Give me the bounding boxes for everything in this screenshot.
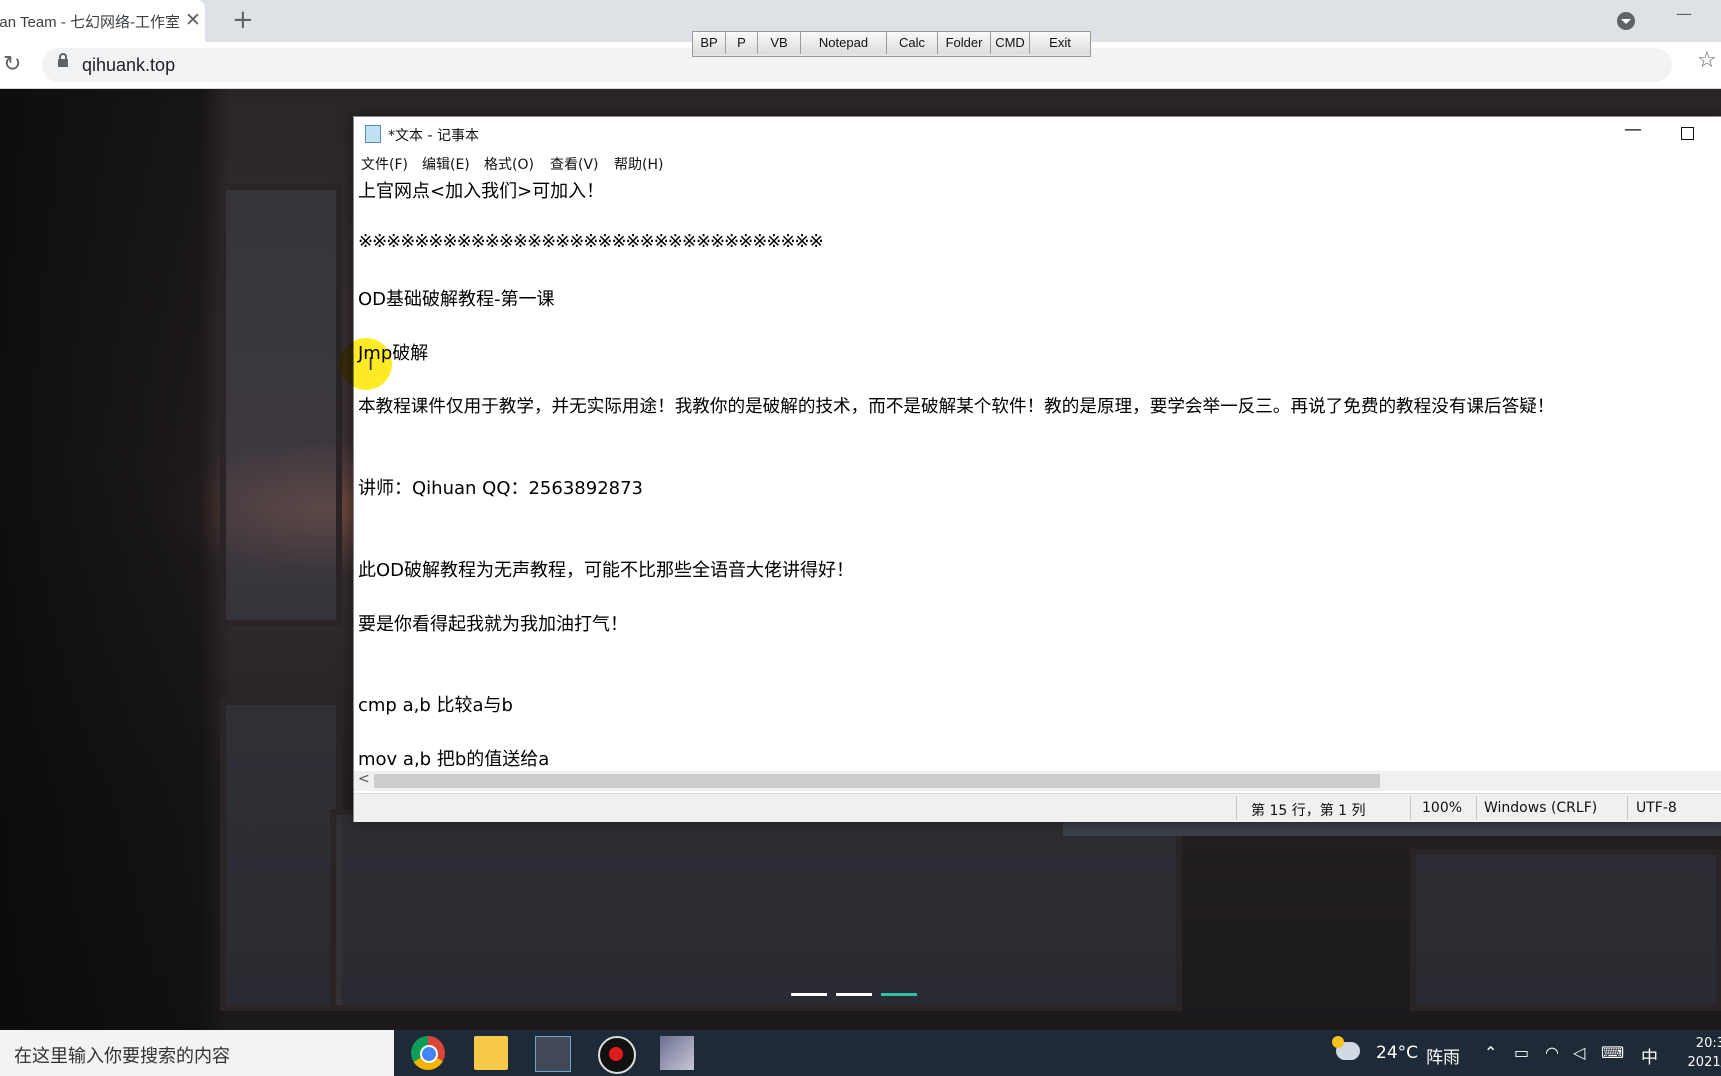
tool-folder-button[interactable]: Folder	[938, 32, 991, 54]
carousel-indicators	[791, 993, 917, 996]
tool-vb-button[interactable]: VB	[758, 32, 801, 54]
status-divider	[1236, 796, 1237, 820]
window-title: *文本 - 记事本	[388, 128, 479, 144]
tool-exit-button[interactable]: Exit	[1030, 32, 1090, 54]
carousel-dot[interactable]	[836, 993, 872, 996]
weather-temperature[interactable]: 24°C	[1376, 1043, 1418, 1063]
text-line: OD基础破解教程-第一课	[358, 289, 555, 310]
menu-bar: 文件(F) 编辑(E) 格式(O) 查看(V) 帮助(H)	[354, 150, 1721, 174]
text-line: 此OD破解教程为无声教程，可能不比那些全语音大佬讲得好！	[358, 560, 855, 581]
zoom-level: 100%	[1422, 800, 1463, 816]
status-bar: 第 15 行，第 1 列 100% Windows (CRLF) UTF-8	[354, 793, 1721, 822]
minimize-button[interactable]: —	[1624, 119, 1642, 140]
battery-icon[interactable]: ▭	[1514, 1043, 1529, 1062]
cursor-highlight	[340, 338, 392, 390]
encoding: UTF-8	[1636, 800, 1677, 816]
file-explorer-icon[interactable]	[474, 1036, 508, 1070]
show-hidden-icons-icon[interactable]: ⌃	[1484, 1043, 1497, 1062]
tab-title: qihuan Team - 七幻网络-工作室	[0, 14, 180, 31]
window-minimize-button[interactable]: —	[1676, 4, 1692, 23]
horizontal-scrollbar[interactable]: <	[354, 771, 1721, 791]
system-clock[interactable]: 20:3 2021/	[1680, 1034, 1721, 1072]
scrollbar-thumb[interactable]	[374, 774, 1380, 788]
notepad-icon	[365, 125, 381, 143]
carousel-dot[interactable]	[791, 993, 827, 996]
bookmark-star-icon[interactable]: ☆	[1697, 48, 1717, 73]
menu-edit[interactable]: 编辑(E)	[422, 154, 470, 174]
text-line: cmp a,b 比较a与b	[358, 695, 513, 716]
tool-bp-button[interactable]: BP	[693, 32, 726, 54]
screen-recorder-icon[interactable]	[598, 1036, 636, 1074]
cursor-position: 第 15 行，第 1 列	[1251, 803, 1366, 819]
tool-notepad-button[interactable]: Notepad	[801, 32, 887, 54]
status-divider	[1410, 796, 1411, 820]
reload-icon[interactable]: ↻	[3, 52, 21, 77]
notepad-titlebar[interactable]: *文本 - 记事本 —	[354, 117, 1721, 149]
text-line: ※※※※※※※※※※※※※※※※※※※※※※※※※※※※※※※※※	[358, 231, 824, 252]
wifi-icon[interactable]: ◠	[1545, 1043, 1559, 1062]
profile-menu-icon[interactable]	[1617, 12, 1635, 30]
weather-description[interactable]: 阵雨	[1426, 1043, 1460, 1068]
lock-icon[interactable]	[58, 53, 68, 67]
url-text[interactable]: qihuank.top	[82, 55, 175, 76]
new-tab-button[interactable]: +	[232, 5, 254, 35]
status-divider	[1476, 796, 1477, 820]
carousel-dot-active[interactable]	[881, 993, 917, 996]
chrome-icon[interactable]	[411, 1036, 445, 1070]
taskbar-search-box[interactable]: 在这里输入你要搜索的内容	[0, 1030, 394, 1076]
text-line: 本教程课件仅用于教学，并无实际用途！我教你的是破解的技术，而不是破解某个软件！教…	[358, 397, 1555, 417]
notepad-window: *文本 - 记事本 — 文件(F) 编辑(E) 格式(O) 查看(V) 帮助(H…	[353, 116, 1721, 822]
image-app-icon[interactable]	[660, 1036, 694, 1070]
scroll-left-icon[interactable]: <	[358, 771, 370, 787]
tool-calc-button[interactable]: Calc	[887, 32, 938, 54]
status-divider	[1627, 796, 1628, 820]
text-line: 讲师：Qihuan QQ：2563892873	[358, 478, 644, 499]
menu-view[interactable]: 查看(V)	[550, 154, 599, 174]
text-line: 要是你看得起我就为我加油打气！	[358, 614, 628, 635]
search-placeholder: 在这里输入你要搜索的内容	[14, 1046, 230, 1067]
volume-icon[interactable]: ◁	[1573, 1043, 1585, 1062]
close-icon[interactable]: ✕	[185, 9, 201, 31]
text-line: mov a,b 把b的值送给a	[358, 749, 550, 770]
menu-help[interactable]: 帮助(H)	[614, 154, 663, 174]
window-frame-decor	[220, 184, 342, 626]
weather-icon[interactable]	[1332, 1036, 1360, 1060]
quick-tool-bar: BP P VB Notepad Calc Folder CMD Exit	[692, 31, 1091, 57]
menu-format[interactable]: 格式(O)	[484, 154, 534, 174]
notepad-icon[interactable]	[535, 1036, 571, 1072]
taskbar: 在这里输入你要搜索的内容 24°C 阵雨 ⌃ ▭ ◠ ◁ ⌨ 中 20:3 20…	[0, 1030, 1721, 1076]
menu-file[interactable]: 文件(F)	[361, 154, 408, 174]
tool-cmd-button[interactable]: CMD	[991, 32, 1030, 54]
clock-time: 20:3	[1695, 1036, 1721, 1051]
window-frame-decor	[220, 699, 342, 1011]
tool-p-button[interactable]: P	[726, 32, 758, 54]
keyboard-icon[interactable]: ⌨	[1601, 1043, 1624, 1062]
ime-indicator[interactable]: 中	[1641, 1043, 1658, 1068]
maximize-button[interactable]	[1681, 127, 1694, 140]
text-line: 上官网点<加入我们>可加入！	[358, 181, 605, 202]
text-cursor-icon: I	[368, 354, 374, 375]
clock-date: 2021/	[1687, 1055, 1721, 1070]
line-ending: Windows (CRLF)	[1484, 800, 1598, 816]
browser-tab[interactable]: qihuan Team - 七幻网络-工作室 ✕	[0, 0, 205, 42]
